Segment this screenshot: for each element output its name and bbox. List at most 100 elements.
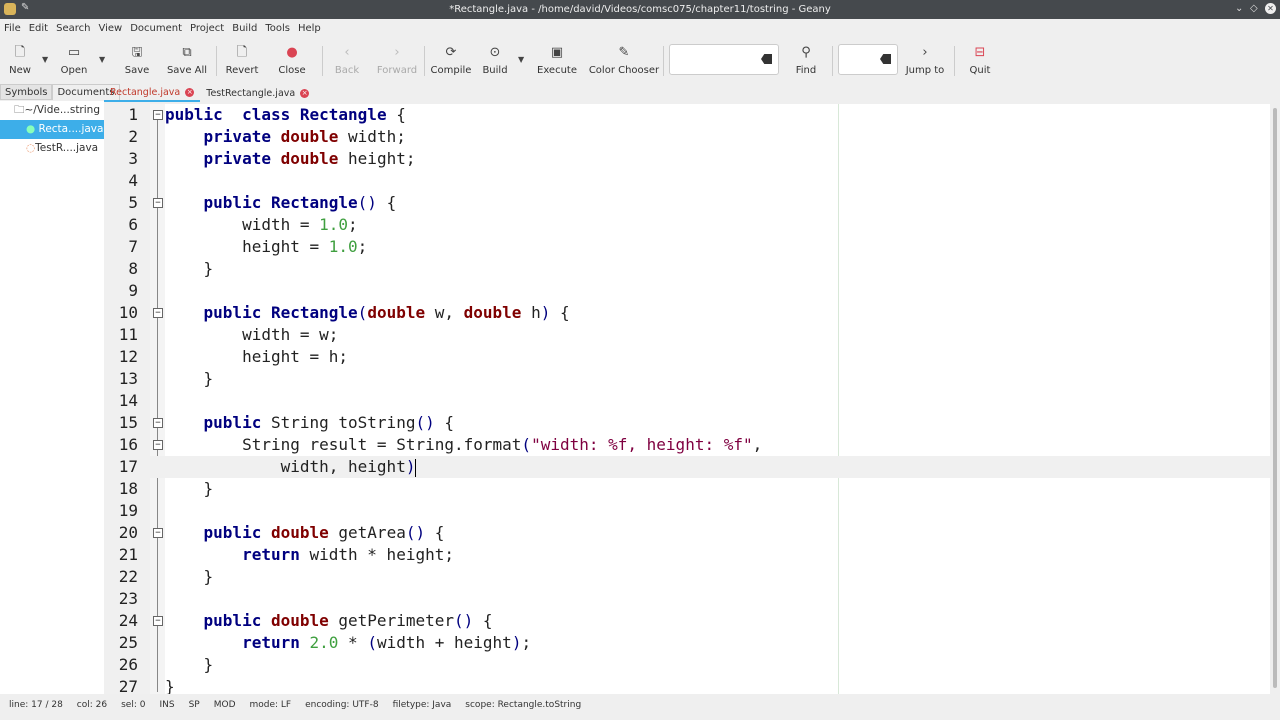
line-number: 24 [118, 611, 138, 630]
search-input[interactable] [669, 44, 779, 75]
fold-toggle-icon[interactable]: − [153, 110, 163, 120]
forward-button[interactable]: › Forward [367, 44, 427, 76]
close-button[interactable]: ● Close [262, 44, 322, 76]
sidebar-item-testrectangle[interactable]: ◌TestR....java [0, 139, 104, 158]
open-dropdown-icon[interactable]: ▼ [99, 55, 105, 64]
code-line[interactable]: 8 } [104, 258, 1270, 280]
tab-testrectangle-java[interactable]: TestRectangle.java × [200, 84, 315, 102]
fold-toggle-icon[interactable]: − [153, 198, 163, 208]
fold-toggle-icon[interactable]: − [153, 440, 163, 450]
code-text: height = 1.0; [165, 236, 367, 258]
execute-button[interactable]: ▣ Execute [527, 44, 587, 76]
code-token: public [203, 413, 262, 432]
maximize-icon[interactable]: ◇ [1250, 3, 1258, 14]
code-token: double [463, 303, 522, 322]
code-token: width, height [165, 457, 406, 476]
code-token: return [242, 545, 300, 564]
code-line[interactable]: 11 width = w; [104, 324, 1270, 346]
clear-jump-icon[interactable] [880, 54, 891, 64]
fold-toggle-icon[interactable]: − [153, 616, 163, 626]
line-number: 7 [128, 237, 138, 256]
build-button[interactable]: ⊙ Build [465, 44, 525, 76]
code-line[interactable]: 9 [104, 280, 1270, 302]
code-line[interactable]: 18 } [104, 478, 1270, 500]
code-editor[interactable]: 1− public class Rectangle {2 private doub… [104, 104, 1270, 694]
folder-icon: 🗀 [14, 104, 25, 116]
jump-icon: › [922, 45, 928, 60]
code-line[interactable]: 22 } [104, 566, 1270, 588]
close-window-icon[interactable]: ✕ [1265, 3, 1276, 14]
line-number: 12 [118, 347, 138, 366]
fold-toggle-icon[interactable]: − [153, 418, 163, 428]
save-all-icon: ⧉ [182, 45, 192, 60]
code-line[interactable]: 16 − String result = String.format("width… [104, 434, 1270, 456]
menu-tools[interactable]: Tools [261, 20, 294, 38]
status-filetype: filetype: Java [392, 700, 452, 710]
code-line[interactable]: 17 width, height) [104, 456, 1270, 478]
build-dropdown-icon[interactable]: ▼ [518, 55, 524, 64]
editor-scrollbar[interactable] [1270, 104, 1280, 694]
tab-rectangle-java[interactable]: Rectangle.java × [104, 84, 201, 102]
menu-file[interactable]: File [0, 20, 25, 38]
code-line[interactable]: 4 [104, 170, 1270, 192]
code-line[interactable]: 21 return width * height; [104, 544, 1270, 566]
code-line[interactable]: 2 private double width; [104, 126, 1270, 148]
line-number: 6 [128, 215, 138, 234]
menu-view[interactable]: View [94, 20, 126, 38]
code-token: getArea [328, 523, 406, 542]
menu-edit[interactable]: Edit [25, 20, 52, 38]
sidebar-item-rectangle[interactable]: ● Recta....java [0, 120, 104, 139]
minimize-icon[interactable]: ⌄ [1235, 3, 1243, 14]
code-line[interactable]: 25 return 2.0 * (width + height); [104, 632, 1270, 654]
menu-project[interactable]: Project [186, 20, 228, 38]
open-button[interactable]: ▭ Open [44, 44, 104, 76]
close-tab-icon[interactable]: × [300, 88, 310, 98]
menu-build[interactable]: Build [228, 20, 261, 38]
line-number: 25 [118, 633, 138, 652]
code-line[interactable]: 5 − public Rectangle() { [104, 192, 1270, 214]
jump-to-button[interactable]: › Jump to [895, 44, 955, 76]
menu-document[interactable]: Document [126, 20, 186, 38]
code-line[interactable]: 14 [104, 390, 1270, 412]
code-line[interactable]: 26 } [104, 654, 1270, 676]
line-number: 2 [128, 127, 138, 146]
code-line[interactable]: 3 private double height; [104, 148, 1270, 170]
code-line[interactable]: 1 − public class Rectangle { [104, 104, 1270, 126]
fold-toggle-icon[interactable]: − [153, 308, 163, 318]
tab-symbols[interactable]: Symbols [0, 84, 53, 100]
code-line[interactable]: 23 [104, 588, 1270, 610]
menu-help[interactable]: Help [294, 20, 325, 38]
code-line[interactable]: 7 height = 1.0; [104, 236, 1270, 258]
code-line[interactable]: 15 − public String toString() { [104, 412, 1270, 434]
code-line[interactable]: 6 width = 1.0; [104, 214, 1270, 236]
menu-search[interactable]: Search [52, 20, 94, 38]
status-line: line: 17 / 28 [9, 700, 63, 710]
code-token: { [425, 523, 445, 542]
code-line[interactable]: 24 − public double getPerimeter() { [104, 610, 1270, 632]
close-tab-icon[interactable]: × [185, 87, 195, 97]
code-line[interactable]: 19 [104, 500, 1270, 522]
code-line[interactable]: 13 } [104, 368, 1270, 390]
fold-toggle-icon[interactable]: − [153, 528, 163, 538]
scrollbar-thumb[interactable] [1273, 108, 1277, 688]
find-button[interactable]: ⚲ Find [776, 44, 836, 76]
file-icon: ◌ [26, 142, 36, 154]
code-line[interactable]: 12 height = h; [104, 346, 1270, 368]
quit-button[interactable]: ⊟ Quit [950, 44, 1010, 76]
clear-search-icon[interactable] [761, 54, 772, 64]
code-token: } [165, 369, 214, 388]
sidebar-item-folder[interactable]: 🗀~/Vide...string [0, 101, 104, 120]
status-ins: INS [159, 700, 175, 710]
save-all-button[interactable]: ⧉ Save All [157, 44, 217, 76]
color-chooser-button[interactable]: ✎ Color Chooser [588, 44, 660, 76]
code-line[interactable]: 10− public Rectangle(double w, double h)… [104, 302, 1270, 324]
code-token: height = [165, 237, 329, 256]
code-line[interactable]: 27} [104, 676, 1270, 694]
jump-to-line-input[interactable] [838, 44, 898, 75]
code-line[interactable]: 20 − public double getArea() { [104, 522, 1270, 544]
code-token: Rectangle [270, 303, 358, 322]
